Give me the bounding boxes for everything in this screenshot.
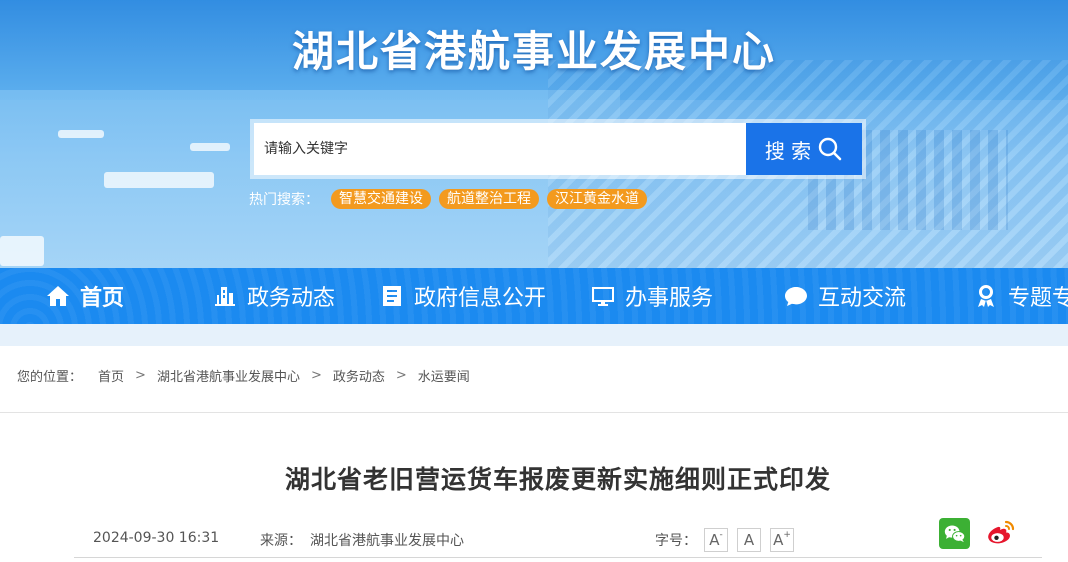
wechat-icon [944,524,965,542]
nav-item-label: 专题专 [1008,286,1068,311]
search-input[interactable] [254,123,746,175]
hot-search: 热门搜索： 智慧交通建设 航道整治工程 汉江黄金水道 [249,189,647,209]
weibo-icon [988,520,1015,544]
home-icon [47,286,69,306]
nav-item-news[interactable]: 政务动态 [213,268,335,324]
nav-item-gov-info[interactable]: 政府信息公开 [380,268,546,324]
building-icon [215,287,235,306]
source-value: 湖北省港航事业发展中心 [310,533,464,549]
banner-ship [58,130,104,138]
search-button-label: 搜 索 [764,138,812,163]
font-size-decrease-button[interactable]: A- [704,528,728,552]
banner-ship [0,236,44,266]
search-box: 搜 索 [250,119,866,179]
nav-item-home[interactable]: 首页 [46,268,124,324]
monitor-icon [592,287,614,306]
nav-item-label: 政务动态 [247,286,336,311]
breadcrumb-prefix: 您的位置： [17,370,83,385]
share-wechat-button[interactable] [939,518,970,549]
nav-item-label: 互动交流 [818,286,907,311]
breadcrumb-link-waterway-news[interactable]: 水运要闻 [418,366,470,385]
header-banner: 湖北省港航事业发展中心 搜 索 热门搜索： 智慧交通建设 航道整治工程 汉江黄金… [0,0,1068,268]
award-medal-icon [978,285,994,307]
breadcrumb-separator: > [310,368,322,383]
font-size-default-button[interactable]: A [737,528,761,552]
chat-bubble-icon [785,287,807,306]
search-icon [818,137,842,161]
publish-date: 2024-09-30 16:31 [93,530,220,546]
breadcrumb-link-news[interactable]: 政务动态 [333,366,385,385]
main-nav: 首页 政务动态 政府信息公开 办事服务 互动交流 专题专 [0,268,1068,324]
breadcrumb-separator: > [395,368,407,383]
breadcrumb-separator: > [135,368,146,383]
breadcrumb-link-center[interactable]: 湖北省港航事业发展中心 [157,366,300,385]
hot-search-tag[interactable]: 汉江黄金水道 [547,189,647,209]
breadcrumb-divider [0,412,1068,413]
nav-item-label: 办事服务 [625,286,714,311]
share-weibo-button[interactable] [985,517,1017,549]
hot-search-tag[interactable]: 智慧交通建设 [331,189,431,209]
site-title: 湖北省港航事业发展中心 [291,27,776,76]
banner-ship [190,143,230,151]
nav-item-label: 政府信息公开 [414,286,547,311]
nav-item-interaction[interactable]: 互动交流 [784,268,906,324]
breadcrumb-strip [0,324,1068,346]
banner-ship [104,172,214,188]
banner-water [0,90,620,268]
font-size-increase-button[interactable]: A + [770,528,794,552]
breadcrumb-link-home[interactable]: 首页 [98,366,124,385]
article-meta: 2024-09-30 16:31 来源： 湖北省港航事业发展中心 字号： A- … [93,528,1053,552]
nav-item-topics[interactable]: 专题专 [974,268,1068,324]
article-title: 湖北省老旧营运货车报废更新实施细则正式印发 [284,465,831,494]
nav-item-services[interactable]: 办事服务 [591,268,713,324]
hot-search-tag[interactable]: 航道整治工程 [439,189,539,209]
document-list-icon [383,286,401,306]
nav-item-label: 首页 [80,286,125,311]
breadcrumb: 您的位置： 首页 > 湖北省港航事业发展中心 > 政务动态 > 水运要闻 [17,366,470,385]
source-label: 来源： [260,533,302,549]
hot-search-label: 热门搜索： [249,192,319,208]
font-size-label: 字号： [655,533,697,549]
meta-divider [74,557,1042,558]
search-button[interactable]: 搜 索 [746,123,862,175]
